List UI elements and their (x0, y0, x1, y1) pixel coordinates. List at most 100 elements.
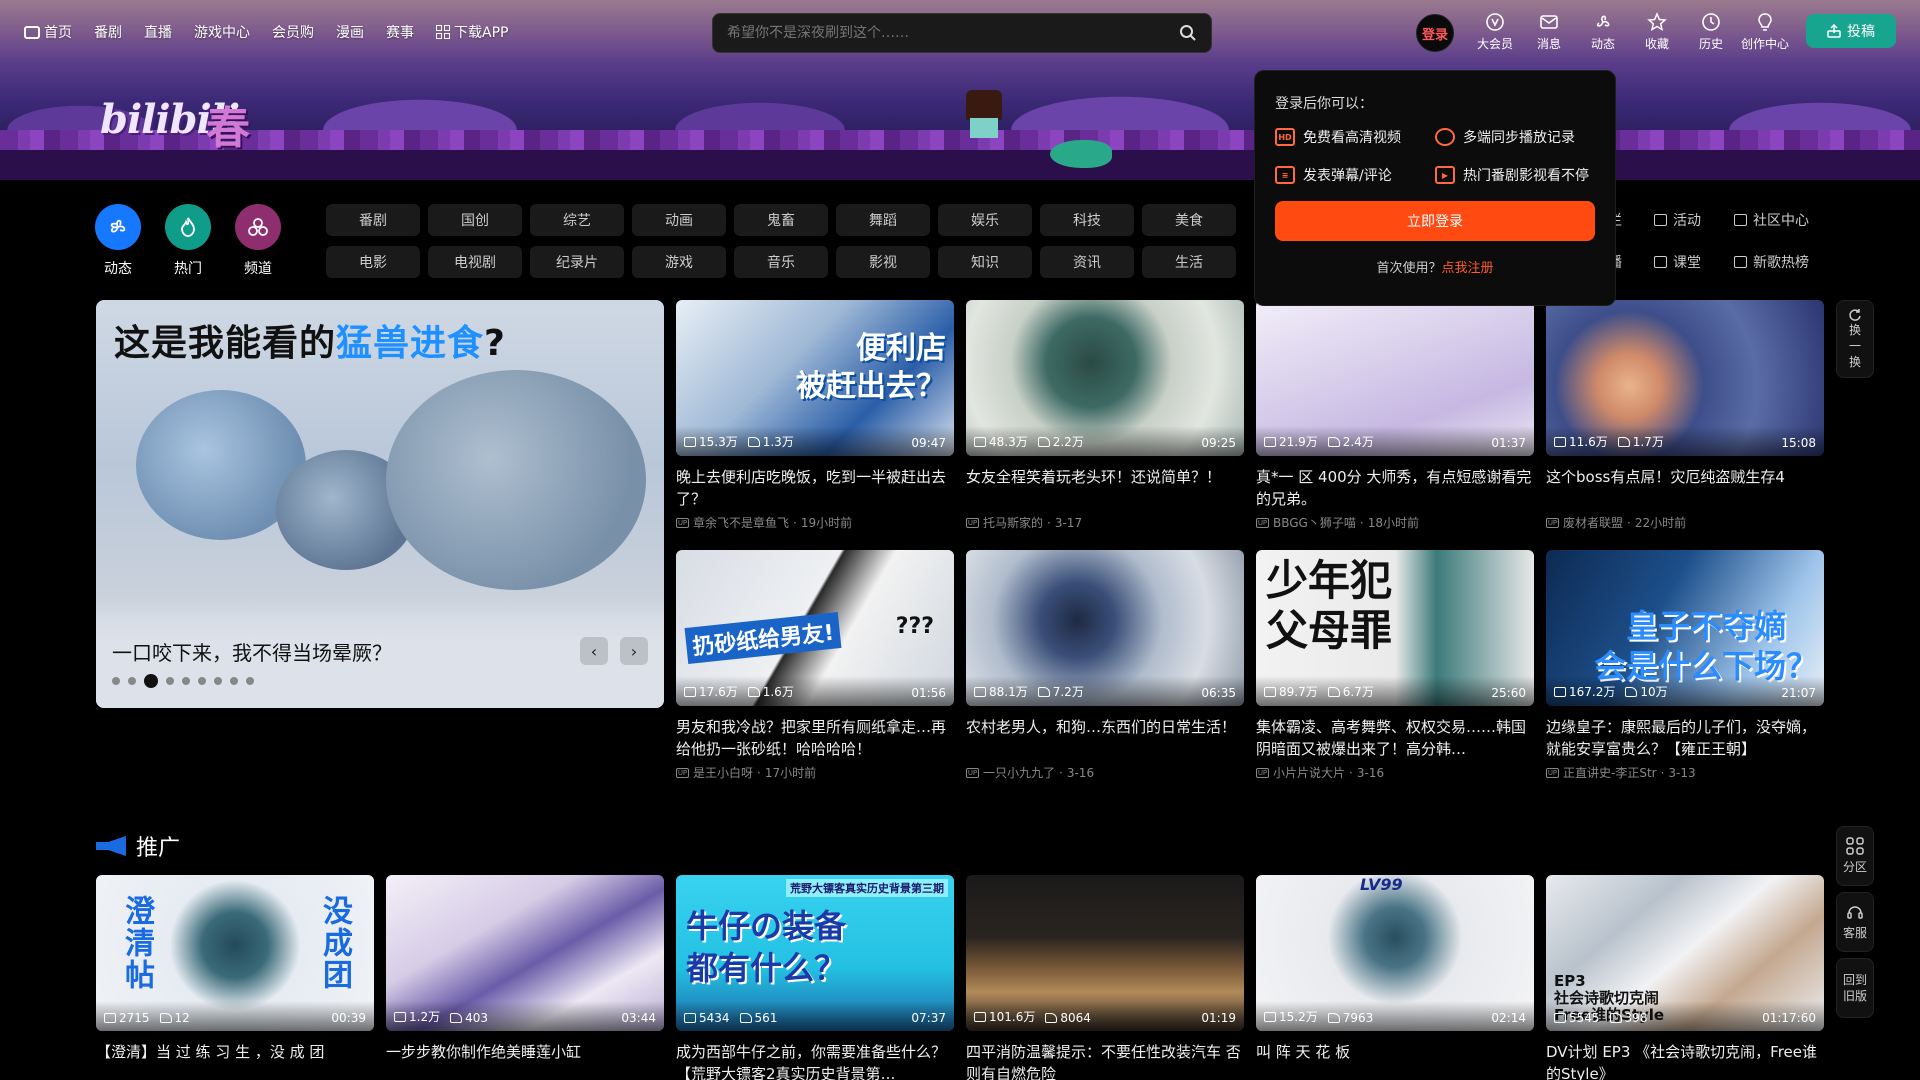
partition-button[interactable]: 分区 (1836, 826, 1874, 886)
uploader-name[interactable]: BBGG丶狮子喵 (1273, 514, 1356, 531)
video-meta[interactable]: UP 小片片说大片 · 3-16 (1256, 764, 1534, 781)
nav-esports[interactable]: 赛事 (386, 22, 414, 42)
carousel-dot[interactable] (198, 677, 206, 685)
video-card[interactable]: 少年犯 父母罪 89.7万 6.7万 25:60 集体霸凌、高考舞弊、权权交易……韩… (1256, 550, 1534, 781)
video-thumbnail[interactable]: 1.2万 403 03:44 (386, 875, 664, 1031)
tag-tech[interactable]: 科技 (1040, 204, 1134, 236)
carousel-title[interactable]: 一口咬下来，我不得当场晕厥？ (112, 637, 392, 666)
search-button[interactable] (1171, 17, 1205, 49)
video-thumbnail[interactable]: 21.9万 2.4万 01:37 (1256, 300, 1534, 456)
video-card[interactable]: 皇子不夺嫡 会是什么下场？ 167.2万 10万 21:07 边缘皇子：康熙最后的儿… (1546, 550, 1824, 781)
tag-documentary[interactable]: 纪录片 (530, 246, 624, 278)
video-meta[interactable]: UP 章余飞不是章鱼飞 · 19小时前 (676, 514, 954, 531)
video-meta[interactable]: UP 托马斯家的 · 3-17 (966, 514, 1244, 531)
quick-channels[interactable]: 频道 (228, 204, 288, 278)
tag-animation[interactable]: 动画 (632, 204, 726, 236)
video-title[interactable]: DV计划 EP3 《社会诗歌切克闹，Free谁的Style》 (1546, 1041, 1824, 1080)
creator-center-button[interactable]: 创作中心 (1738, 12, 1792, 52)
carousel-dot[interactable] (128, 677, 136, 685)
tag-life[interactable]: 生活 (1142, 246, 1236, 278)
upload-button[interactable]: 投稿 (1806, 14, 1896, 48)
video-card[interactable]: 88.1万 7.2万 06:35 农村老男人，和狗…东西们的日常生活！ UP 一只小九… (966, 550, 1244, 781)
history-button[interactable]: 历史 (1684, 12, 1738, 52)
tag-movie[interactable]: 电影 (326, 246, 420, 278)
video-card[interactable]: 便利店 被赶出去？ 15.3万 1.3万 09:47 晚上去便利店吃晚饭，吃到一半被… (676, 300, 954, 531)
video-title[interactable]: 晚上去便利店吃晚饭，吃到一半被赶出去了？ (676, 466, 954, 510)
video-meta[interactable]: UP 废材者联盟 · 22小时前 (1546, 514, 1824, 531)
tag-kichiku[interactable]: 鬼畜 (734, 204, 828, 236)
carousel-prev-button[interactable]: ‹ (580, 637, 608, 665)
video-meta[interactable]: UP 是王小白呀 · 17小时前 (676, 764, 954, 781)
video-meta[interactable]: UP 正直讲史-李正Str · 3-13 (1546, 764, 1824, 781)
video-title[interactable]: 一步步教你制作绝美睡莲小缸 (386, 1041, 664, 1080)
video-meta[interactable]: UP BBGG丶狮子喵 · 18小时前 (1256, 514, 1534, 531)
carousel-dot[interactable] (112, 677, 120, 685)
bilibili-logo[interactable]: bilibili 春 (96, 90, 264, 154)
video-thumbnail[interactable]: LV99 15.2万 7963 02:14 (1256, 875, 1534, 1031)
video-title[interactable]: 这个boss有点屌！灾厄纯盗贼生存4 (1546, 466, 1824, 510)
video-card[interactable]: 21.9万 2.4万 01:37 真*一 区 400分 大师秀，有点短感谢看完的兄弟… (1256, 300, 1534, 531)
tag-bangumi[interactable]: 番剧 (326, 204, 420, 236)
login-avatar-button[interactable]: 登录 (1416, 14, 1454, 52)
video-title[interactable]: 女友全程笑着玩老头环！还说简单？！ (966, 466, 1244, 510)
video-card[interactable]: 11.6万 1.7万 15:08 这个boss有点屌！灾厄纯盗贼生存4 UP 废材者联… (1546, 300, 1824, 531)
uploader-name[interactable]: 废材者联盟 (1563, 514, 1623, 531)
video-thumbnail[interactable]: 扔砂纸给男友! ??? 17.6万 1.6万 01:56 (676, 550, 954, 706)
promo-card[interactable]: 101.6万 8064 01:19 四平消防温馨提示：不要任性改装汽车 否则有自燃危… (966, 875, 1244, 1080)
nav-game-center[interactable]: 游戏中心 (194, 22, 250, 42)
nav-manga[interactable]: 漫画 (336, 22, 364, 42)
video-thumbnail[interactable]: 皇子不夺嫡 会是什么下场？ 167.2万 10万 21:07 (1546, 550, 1824, 706)
video-thumbnail[interactable]: 便利店 被赶出去？ 15.3万 1.3万 09:47 (676, 300, 954, 456)
nav-download-app[interactable]: 下载APP (436, 22, 508, 42)
link-classroom[interactable]: 课堂 (1654, 250, 1734, 274)
carousel-dot-active[interactable] (144, 674, 158, 688)
tag-dance[interactable]: 舞蹈 (836, 204, 930, 236)
vip-button[interactable]: 大会员 (1468, 12, 1522, 52)
uploader-name[interactable]: 正直讲史-李正Str (1563, 764, 1657, 781)
refresh-button[interactable]: 换 一 换 (1836, 300, 1874, 378)
video-thumbnail[interactable]: 澄清帖 没成团 2715 12 00:39 (96, 875, 374, 1031)
video-thumbnail[interactable]: EP3 社会诗歌切克闹 Free谁的Style 554539801:17:60 (1546, 875, 1824, 1031)
tag-film[interactable]: 影视 (836, 246, 930, 278)
search-input[interactable] (713, 25, 1171, 41)
tag-food[interactable]: 美食 (1142, 204, 1236, 236)
promo-card[interactable]: 澄清帖 没成团 2715 12 00:39 【澄清】当 过 练 习 生 ，没 成 团 (96, 875, 374, 1080)
nav-home[interactable]: 首页 (24, 22, 72, 42)
quick-hot[interactable]: 热门 (158, 204, 218, 278)
carousel-dot[interactable] (182, 677, 190, 685)
carousel-dot[interactable] (246, 677, 254, 685)
login-now-button[interactable]: 立即登录 (1275, 201, 1595, 241)
video-title[interactable]: 四平消防温馨提示：不要任性改装汽车 否则有自燃危险 (966, 1041, 1244, 1080)
video-card[interactable]: 扔砂纸给男友! ??? 17.6万 1.6万 01:56 男友和我冷战？把家里所有厕… (676, 550, 954, 781)
tag-music[interactable]: 音乐 (734, 246, 828, 278)
video-thumbnail[interactable]: 荒野大镖客真实历史背景第三期 牛仔の装备 都有什么？ 5434 561 07:37 (676, 875, 954, 1031)
video-title[interactable]: 【澄清】当 过 练 习 生 ，没 成 团 (96, 1041, 374, 1080)
promo-card[interactable]: LV99 15.2万 7963 02:14 叫 阵 天 花 板 (1256, 875, 1534, 1080)
uploader-name[interactable]: 小片片说大片 (1273, 764, 1345, 781)
video-title[interactable]: 成为西部牛仔之前，你需要准备些什么？【荒野大镖客2真实历史背景第… (676, 1041, 954, 1080)
register-link[interactable]: 点我注册 (1442, 261, 1494, 276)
promo-card[interactable]: 1.2万 403 03:44 一步步教你制作绝美睡莲小缸 (386, 875, 664, 1080)
video-thumbnail[interactable]: 88.1万 7.2万 06:35 (966, 550, 1244, 706)
video-title[interactable]: 农村老男人，和狗…东西们的日常生活！ (966, 716, 1244, 760)
favorites-button[interactable]: 收藏 (1630, 12, 1684, 52)
tag-entertainment[interactable]: 娱乐 (938, 204, 1032, 236)
uploader-name[interactable]: 一只小九九了 (983, 764, 1055, 781)
tag-news[interactable]: 资讯 (1040, 246, 1134, 278)
old-version-button[interactable]: 回到旧版 (1836, 958, 1874, 1018)
tag-tv-series[interactable]: 电视剧 (428, 246, 522, 278)
video-card[interactable]: 48.3万 2.2万 09:25 女友全程笑着玩老头环！还说简单？！ UP 托马斯家的… (966, 300, 1244, 531)
quick-dynamics[interactable]: 动态 (88, 204, 148, 278)
nav-bangumi[interactable]: 番剧 (94, 22, 122, 42)
carousel-next-button[interactable]: › (620, 637, 648, 665)
uploader-name[interactable]: 章余飞不是章鱼飞 (693, 514, 789, 531)
video-title[interactable]: 真*一 区 400分 大师秀，有点短感谢看完的兄弟。 (1256, 466, 1534, 510)
promo-card[interactable]: EP3 社会诗歌切克闹 Free谁的Style 554539801:17:60 … (1546, 875, 1824, 1080)
video-thumbnail[interactable]: 少年犯 父母罪 89.7万 6.7万 25:60 (1256, 550, 1534, 706)
promo-card[interactable]: 荒野大镖客真实历史背景第三期 牛仔の装备 都有什么？ 5434 561 07:37 … (676, 875, 954, 1080)
video-meta[interactable]: UP 一只小九九了 · 3-16 (966, 764, 1244, 781)
tag-guochuang[interactable]: 国创 (428, 204, 522, 236)
video-thumbnail[interactable]: 48.3万 2.2万 09:25 (966, 300, 1244, 456)
uploader-name[interactable]: 是王小白呀 (693, 764, 753, 781)
link-music-chart[interactable]: 新歌热榜 (1734, 250, 1844, 274)
